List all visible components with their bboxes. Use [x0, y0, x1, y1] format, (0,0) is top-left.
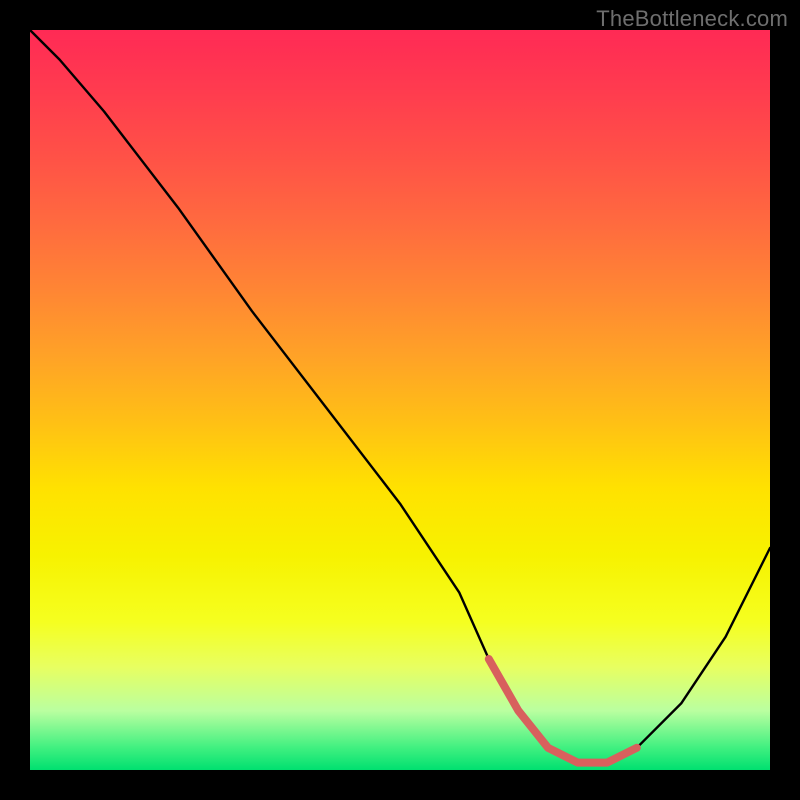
bottom-highlight [489, 659, 637, 763]
chart-svg [30, 30, 770, 770]
watermark-text: TheBottleneck.com [596, 6, 788, 32]
chart-container: TheBottleneck.com [0, 0, 800, 800]
main-curve [30, 30, 770, 763]
plot-area [30, 30, 770, 770]
